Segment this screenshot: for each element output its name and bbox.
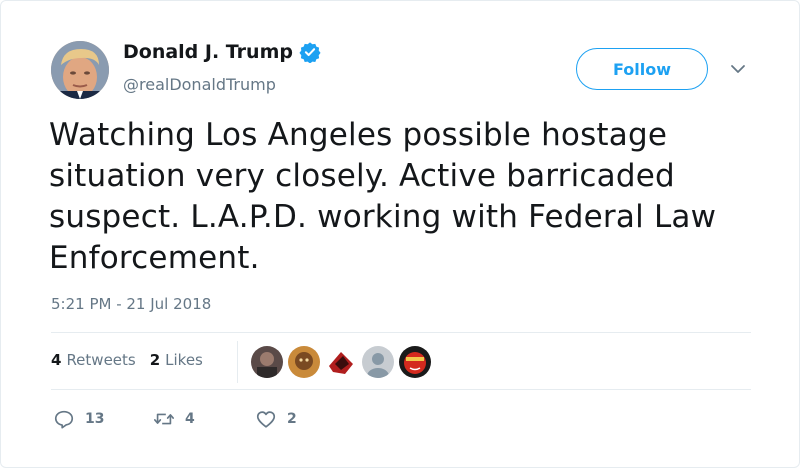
author-name-row[interactable]: Donald J. Trump bbox=[123, 41, 321, 64]
divider bbox=[51, 389, 751, 390]
retweets-label: Retweets bbox=[66, 351, 136, 369]
retweet-count: 4 bbox=[185, 411, 195, 427]
tweet-card: Donald J. Trump @realDonaldTrump Follow … bbox=[0, 0, 800, 468]
retweets-count: 4 bbox=[51, 351, 62, 369]
tweet-actions: 13 4 2 bbox=[53, 408, 297, 430]
liker-avatar-1[interactable] bbox=[251, 346, 283, 378]
likes-count: 2 bbox=[149, 351, 161, 369]
divider bbox=[51, 332, 751, 333]
retweet-button[interactable]: 4 bbox=[153, 408, 255, 430]
likes-label: Likes bbox=[165, 351, 203, 369]
stats-separator bbox=[237, 341, 238, 383]
author-avatar[interactable] bbox=[51, 41, 109, 99]
chevron-down-icon[interactable] bbox=[729, 61, 747, 75]
author-handle[interactable]: @realDonaldTrump bbox=[123, 75, 276, 94]
likers-avatars bbox=[251, 346, 431, 378]
heart-icon bbox=[256, 411, 276, 428]
likes-stat[interactable]: 2 Likes bbox=[150, 351, 203, 369]
retweets-stat[interactable]: 4 Retweets bbox=[51, 351, 136, 369]
tweet-timestamp[interactable]: 5:21 PM - 21 Jul 2018 bbox=[51, 295, 211, 313]
retweet-icon bbox=[154, 413, 174, 425]
reply-icon bbox=[54, 410, 74, 429]
liker-avatar-2[interactable] bbox=[288, 346, 320, 378]
tweet-text: Watching Los Angeles possible hostage si… bbox=[49, 117, 717, 276]
like-count: 2 bbox=[287, 411, 297, 427]
engagement-stats: 4 Retweets 2 Likes bbox=[51, 351, 217, 369]
liker-avatar-5[interactable] bbox=[399, 346, 431, 378]
liker-avatar-default[interactable] bbox=[362, 346, 394, 378]
follow-button[interactable]: Follow bbox=[576, 48, 708, 90]
reply-count: 13 bbox=[85, 411, 105, 427]
verified-badge-icon bbox=[299, 41, 321, 64]
author-display-name[interactable]: Donald J. Trump bbox=[123, 41, 293, 63]
reply-button[interactable]: 13 bbox=[53, 408, 153, 430]
like-button[interactable]: 2 bbox=[255, 408, 297, 430]
avatar-image bbox=[51, 41, 109, 99]
liker-avatar-3[interactable] bbox=[325, 346, 357, 378]
